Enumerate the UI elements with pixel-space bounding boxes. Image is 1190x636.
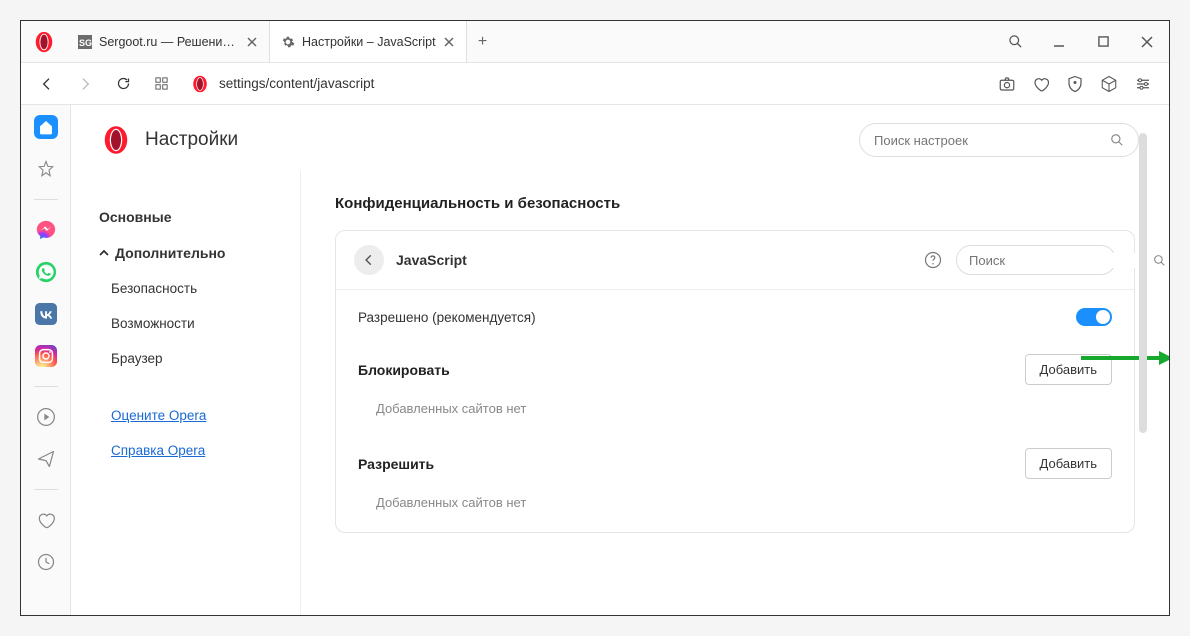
sidenav-rate-link[interactable]: Оцените Opera	[71, 398, 300, 433]
allow-label: Разрешить	[358, 456, 1025, 472]
favicon-icon: SG	[77, 34, 93, 50]
speed-dial-button[interactable]	[145, 68, 177, 100]
javascript-card: JavaScript Разрешено (рекомендуется)	[335, 230, 1135, 533]
allowed-label: Разрешено (рекомендуется)	[358, 310, 1076, 325]
block-empty-text: Добавленных сайтов нет	[336, 391, 1134, 438]
sidebar-instagram-icon[interactable]	[34, 344, 58, 368]
settings-page: Настройки Основные Дополнительно Безопас…	[71, 105, 1169, 615]
sidebar-history-icon[interactable]	[34, 550, 58, 574]
block-section-header: Блокировать Добавить	[336, 344, 1134, 391]
sidebar-send-icon[interactable]	[34, 447, 58, 471]
block-label: Блокировать	[358, 362, 1025, 378]
sidebar-player-icon[interactable]	[34, 405, 58, 429]
tab-strip: SG Sergoot.ru — Решение ва... Настройки …	[67, 21, 993, 62]
scrollbar-thumb[interactable]	[1139, 133, 1147, 433]
page-title: Настройки	[145, 129, 845, 151]
settings-sidenav: Основные Дополнительно Безопасность Возм…	[71, 171, 301, 615]
close-icon[interactable]	[245, 35, 259, 49]
url-text: settings/content/javascript	[219, 76, 374, 91]
nav-toolbar: settings/content/javascript	[21, 63, 1169, 105]
allow-empty-text: Добавленных сайтов нет	[336, 485, 1134, 532]
window-controls	[993, 21, 1169, 63]
maximize-button[interactable]	[1081, 21, 1125, 63]
allow-section-header: Разрешить Добавить	[336, 438, 1134, 485]
settings-header: Настройки	[71, 105, 1169, 171]
sidebar-separator	[34, 386, 58, 387]
close-icon[interactable]	[442, 35, 456, 49]
sidebar-whatsapp-icon[interactable]	[34, 260, 58, 284]
allowed-row: Разрешено (рекомендуется)	[336, 290, 1134, 344]
sidenav-browser[interactable]: Браузер	[71, 341, 300, 376]
sidenav-security[interactable]: Безопасность	[71, 271, 300, 306]
opera-icon	[191, 75, 209, 93]
tab-label: Sergoot.ru — Решение ва...	[99, 35, 239, 49]
svg-text:SG: SG	[79, 38, 92, 48]
snapshot-icon[interactable]	[997, 74, 1017, 94]
titlebar: SG Sergoot.ru — Решение ва... Настройки …	[21, 21, 1169, 63]
sidebar-home-icon[interactable]	[34, 115, 58, 139]
card-title: JavaScript	[396, 252, 910, 268]
settings-body: Основные Дополнительно Безопасность Возм…	[71, 171, 1169, 615]
search-icon	[1110, 133, 1124, 147]
content-area: Настройки Основные Дополнительно Безопас…	[21, 105, 1169, 615]
search-input[interactable]	[874, 133, 1110, 148]
new-tab-button[interactable]: +	[467, 33, 499, 51]
sidebar-separator	[34, 489, 58, 490]
javascript-toggle[interactable]	[1076, 308, 1112, 326]
sidebar-messenger-icon[interactable]	[34, 218, 58, 242]
toolbar-actions	[997, 74, 1159, 94]
left-sidebar	[21, 105, 71, 615]
search-icon	[1153, 254, 1166, 267]
cube-icon[interactable]	[1099, 74, 1119, 94]
tab-label: Настройки – JavaScript	[302, 35, 436, 49]
heart-icon[interactable]	[1031, 74, 1051, 94]
sidebar-separator	[34, 199, 58, 200]
chevron-up-icon	[99, 248, 109, 258]
settings-main: Конфиденциальность и безопасность JavaSc…	[301, 171, 1169, 615]
tab-sergoot[interactable]: SG Sergoot.ru — Решение ва...	[67, 21, 270, 62]
sidenav-help-link[interactable]: Справка Opera	[71, 433, 300, 468]
sidebar-vk-icon[interactable]	[34, 302, 58, 326]
search-in-tabs-button[interactable]	[993, 21, 1037, 63]
opera-menu-icon[interactable]	[33, 31, 55, 53]
back-button[interactable]	[31, 68, 63, 100]
card-search[interactable]	[956, 245, 1116, 275]
browser-window: SG Sergoot.ru — Решение ва... Настройки …	[20, 20, 1170, 616]
sidebar-heart-icon[interactable]	[34, 508, 58, 532]
forward-button[interactable]	[69, 68, 101, 100]
section-title: Конфиденциальность и безопасность	[335, 195, 1135, 212]
sidenav-advanced[interactable]: Дополнительно	[71, 235, 300, 271]
card-back-button[interactable]	[354, 245, 384, 275]
tab-settings[interactable]: Настройки – JavaScript	[270, 21, 467, 62]
card-search-input[interactable]	[969, 253, 1145, 268]
opera-icon	[101, 125, 131, 155]
reload-button[interactable]	[107, 68, 139, 100]
shield-icon[interactable]	[1065, 74, 1085, 94]
address-bar[interactable]: settings/content/javascript	[183, 75, 991, 93]
scrollbar[interactable]	[1139, 83, 1147, 595]
block-add-button[interactable]: Добавить	[1025, 354, 1112, 385]
gear-icon	[280, 34, 296, 50]
help-icon[interactable]	[922, 249, 944, 271]
close-window-button[interactable]	[1125, 21, 1169, 63]
sidenav-features[interactable]: Возможности	[71, 306, 300, 341]
settings-search[interactable]	[859, 123, 1139, 157]
allow-add-button[interactable]: Добавить	[1025, 448, 1112, 479]
sidenav-main[interactable]: Основные	[71, 199, 300, 235]
card-header: JavaScript	[336, 231, 1134, 290]
sidebar-bookmark-icon[interactable]	[34, 157, 58, 181]
minimize-button[interactable]	[1037, 21, 1081, 63]
